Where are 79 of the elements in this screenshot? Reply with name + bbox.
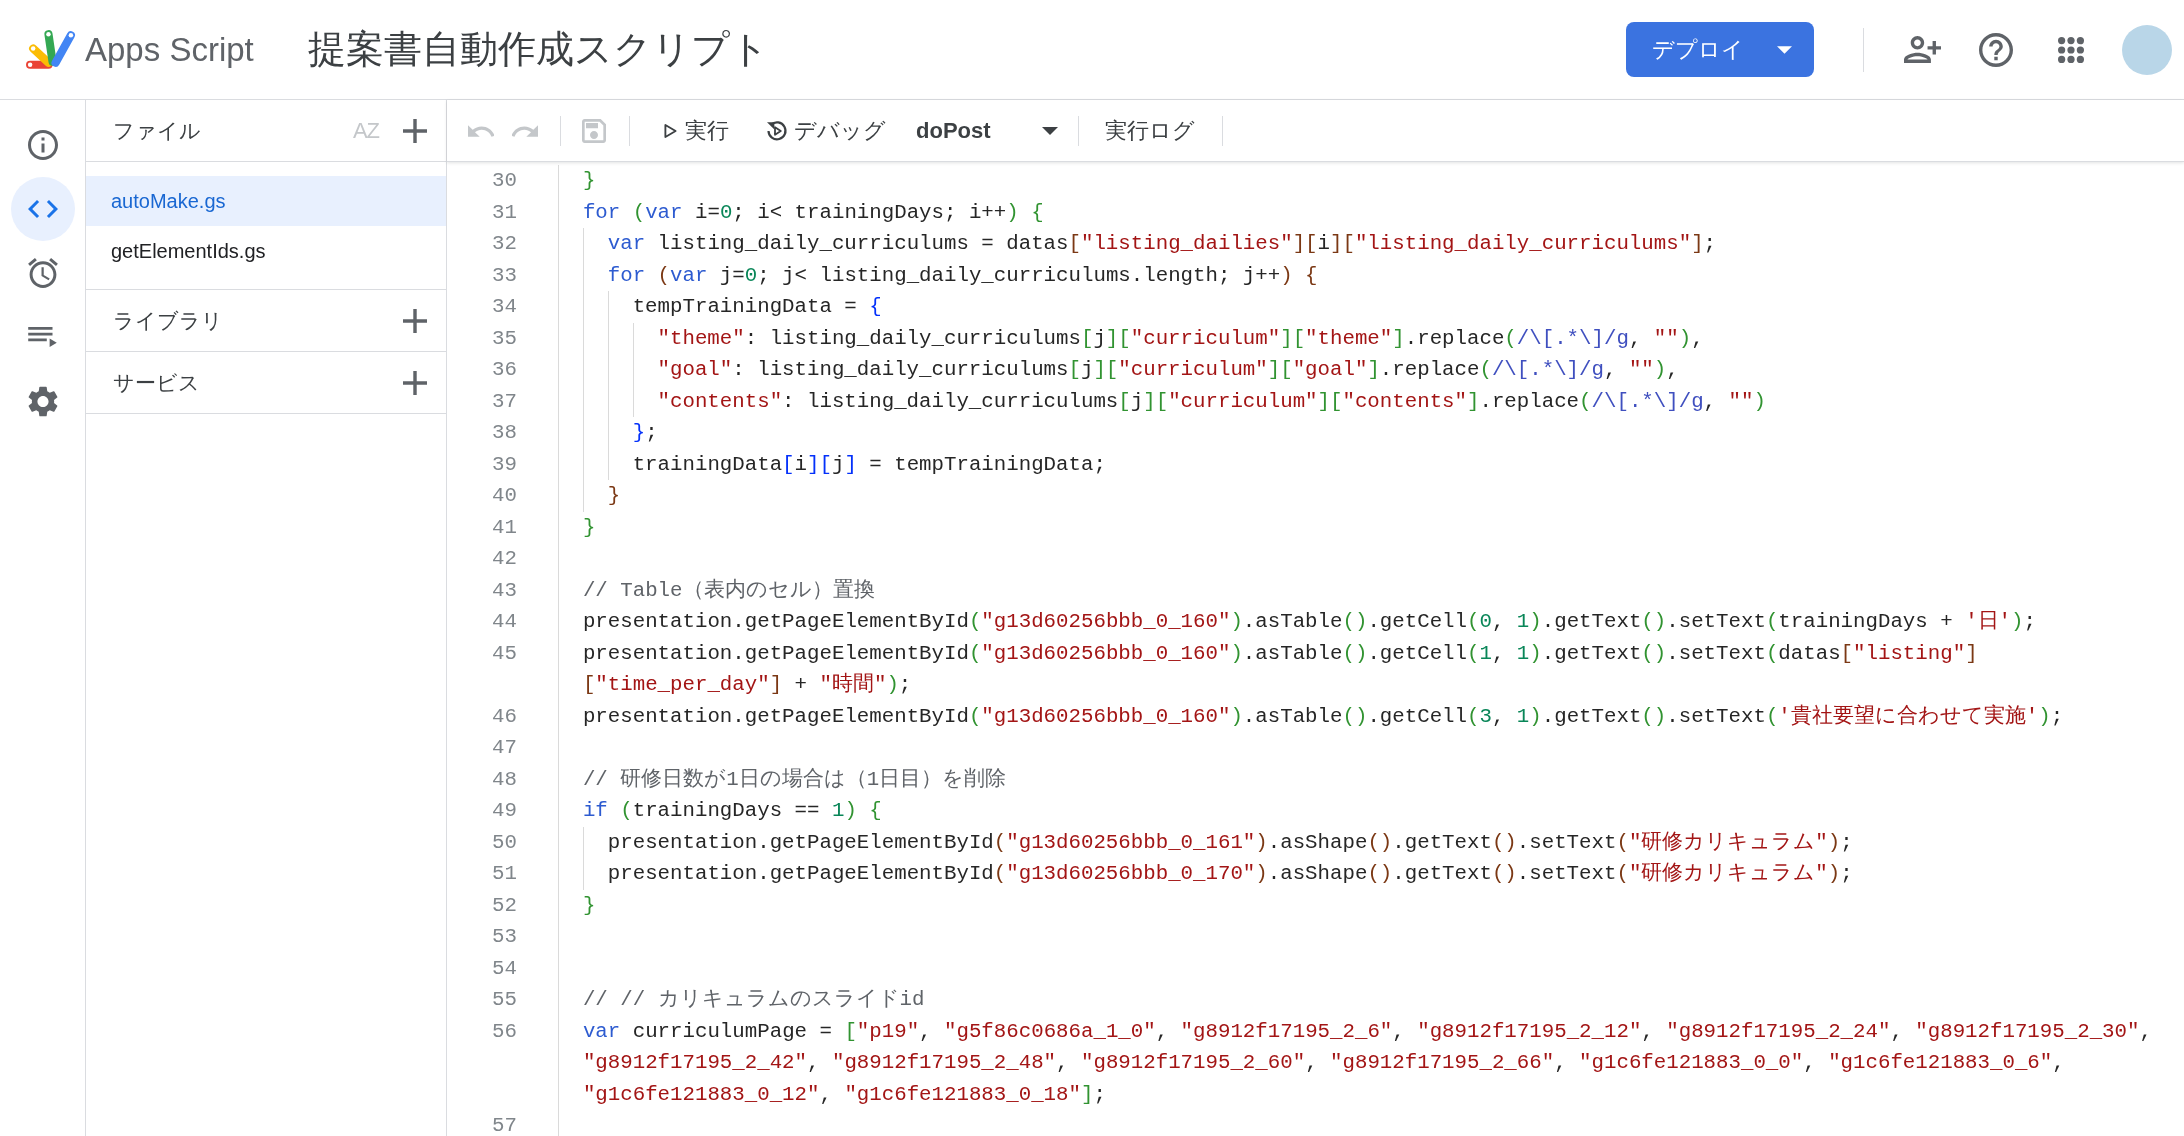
code-line: "goal": listing_daily_curriculums[j]["curriculum"]["goal"].replace(/\[.*\]/g, ""), bbox=[657, 357, 1679, 383]
line-number: 38 bbox=[491, 420, 517, 446]
code-line: var listing_daily_curriculums = datas["listing_dailies"][i]["listing_daily_curriculums"]; bbox=[607, 231, 1717, 257]
code-line: tempTrainingData = { bbox=[632, 294, 882, 320]
list-play-icon bbox=[28, 327, 57, 347]
line-number: 45 bbox=[491, 640, 517, 667]
deploy-button[interactable]: デプロイ bbox=[1626, 22, 1814, 77]
function-select[interactable]: doPost bbox=[916, 117, 1058, 144]
add-icon[interactable] bbox=[403, 308, 427, 333]
code-line: } bbox=[582, 514, 596, 541]
line-number: 31 bbox=[491, 199, 517, 226]
line-number: 46 bbox=[491, 703, 517, 730]
line-number: 36 bbox=[491, 357, 517, 383]
code-line: } bbox=[582, 168, 596, 194]
code-line: presentation.getPageElementById("g13d60256bbb_0_160").asTable().getCell(0, 1).getText().setText(trainingDays + '日'); bbox=[582, 609, 2036, 635]
help-icon[interactable] bbox=[1979, 32, 2013, 67]
line-number: 42 bbox=[491, 546, 517, 572]
line-number: 37 bbox=[491, 388, 517, 415]
line-number: 49 bbox=[491, 798, 517, 824]
caret-icon bbox=[1042, 126, 1058, 135]
line-number: 51 bbox=[491, 861, 517, 887]
add-icon[interactable] bbox=[403, 370, 427, 395]
line-number: 34 bbox=[491, 294, 517, 320]
code-line: presentation.getPageElementById("g13d60256bbb_0_161").asShape().getText().setText("研修カリキュラム"); bbox=[607, 829, 1853, 856]
apps-grid-icon[interactable] bbox=[2058, 36, 2084, 63]
code-line: trainingData[i][j] = tempTrainingData; bbox=[632, 451, 1106, 478]
line-number: 55 bbox=[491, 987, 517, 1013]
line-number: 48 bbox=[491, 766, 517, 793]
run-button[interactable]: 実行 bbox=[664, 115, 729, 146]
logo-icon bbox=[24, 28, 77, 71]
debug-icon bbox=[765, 118, 789, 143]
code-line: "contents": listing_daily_curriculums[j]["curriculum"]["contents"].replace(/\[.*\]/g, "") bbox=[657, 388, 1766, 415]
line-number: 30 bbox=[491, 168, 517, 194]
line-number: 50 bbox=[491, 829, 517, 856]
code-line: } bbox=[607, 483, 621, 509]
line-number: 35 bbox=[491, 325, 517, 352]
person-add-icon[interactable] bbox=[1904, 36, 1941, 63]
caret-icon bbox=[1777, 45, 1792, 54]
line-number: 53 bbox=[491, 924, 517, 950]
line-number: 33 bbox=[491, 262, 517, 289]
line-number: 41 bbox=[491, 514, 517, 541]
code-line: if (trainingDays == 1) { bbox=[582, 798, 882, 824]
panel-title: ファイル bbox=[113, 117, 202, 144]
code-icon bbox=[27, 200, 58, 218]
file-item[interactable]: autoMake.gs bbox=[86, 176, 446, 226]
code-line: presentation.getPageElementById("g13d60256bbb_0_160").asTable().getCell(1, 1).getText().setText(datas["listing"] ["time_per_day"] + "時間"); bbox=[582, 640, 1978, 698]
code-line: // 研修日数が1日の場合は（1日目）を削除 bbox=[582, 766, 1007, 793]
line-number: 56 bbox=[491, 1018, 517, 1045]
product-name: Apps Script bbox=[85, 30, 254, 69]
section-title: ライブラリ bbox=[113, 307, 224, 334]
line-number: 32 bbox=[491, 231, 517, 257]
code-line: // // カリキュラムのスライドid bbox=[582, 987, 925, 1013]
file-item[interactable]: getElementIds.gs bbox=[86, 226, 446, 276]
section-title: サービス bbox=[113, 369, 201, 396]
line-number: 44 bbox=[491, 609, 517, 635]
alarm-clock-icon bbox=[27, 258, 58, 288]
code-line: }; bbox=[632, 420, 658, 446]
debug-button[interactable]: デバッグ bbox=[765, 115, 886, 146]
log-button[interactable]: 実行ログ bbox=[1105, 115, 1195, 146]
settings-icon bbox=[27, 385, 58, 417]
code-line: for (var i=0; i< trainingDays; i++) { bbox=[582, 199, 1044, 226]
line-number: 57 bbox=[491, 1113, 517, 1136]
info-icon bbox=[27, 130, 58, 160]
line-number: 39 bbox=[491, 451, 517, 478]
line-number: 47 bbox=[491, 735, 517, 761]
line-number: 52 bbox=[491, 892, 517, 919]
line-number: 40 bbox=[491, 483, 517, 509]
play-icon bbox=[664, 122, 677, 139]
code-line: for (var j=0; j< listing_daily_curriculums.length; j++) { bbox=[607, 262, 1318, 289]
project-title[interactable]: 提案書自動作成スクリプト bbox=[307, 24, 769, 75]
code-line: } bbox=[582, 892, 596, 919]
line-number: 54 bbox=[491, 955, 517, 982]
code-line: // Table（表内のセル）置換 bbox=[582, 577, 875, 604]
line-number: 43 bbox=[491, 577, 517, 604]
code-line: "theme": listing_daily_curriculums[j]["curriculum"]["theme"].replace(/\[.*\]/g, ""), bbox=[657, 325, 1704, 352]
code-line: var curriculumPage = ["p19", "g5f86c0686a_1_0", "g8912f17195_2_6", "g8912f17195_2_12", "g8912f17195_2_24", "g8912f17195_2_30", "g8912f17195_2_42", "g8912f17195_2_48", "g8912f17195_2_60", "g8912f17195_2_66", "g1c6fe121883_0_0", "g1c6fe121883_0_6", "g1c6fe121883_0_12", "g1c6fe121883_0_18"]; bbox=[582, 1018, 2152, 1108]
code-line: presentation.getPageElementById("g13d60256bbb_0_160").asTable().getCell(3, 1).getText().setText('貴社要望に合わせて実施'); bbox=[582, 703, 2064, 730]
code-line: presentation.getPageElementById("g13d60256bbb_0_170").asShape().getText().setText("研修カリキュラム"); bbox=[607, 861, 1853, 887]
add-icon[interactable] bbox=[403, 118, 427, 143]
